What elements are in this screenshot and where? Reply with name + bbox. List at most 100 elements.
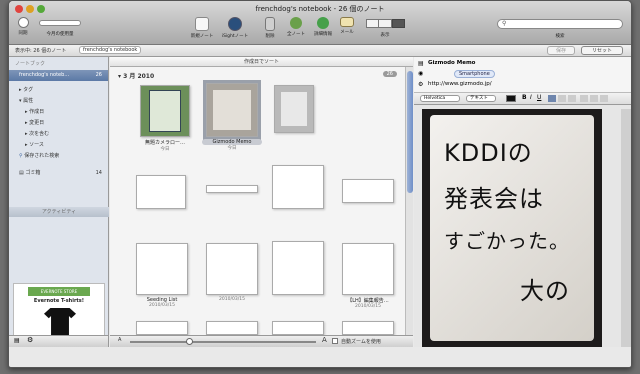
sort-header[interactable]: 作成日でソート [110, 57, 413, 67]
bold-button[interactable]: B [522, 94, 527, 101]
zoom-bar: A A 自動ズームを使用 [110, 335, 413, 347]
gear-icon[interactable]: ⚙ [27, 336, 33, 344]
sidebar-item-saved-searches[interactable]: ⚲ 保存された検索 [9, 151, 108, 162]
zoom-slider[interactable] [130, 338, 316, 345]
sidebar: ノートブック frenchdog's noteb… 26 ▸ タグ ▾ 属性 ▸… [9, 57, 109, 347]
font-select[interactable]: Helvetica [420, 95, 460, 102]
search-area: ⚲ 検索 [497, 17, 623, 39]
view-switcher[interactable]: 表示 [363, 17, 407, 38]
trash-icon [265, 17, 275, 31]
save-search-button[interactable]: 保存 [546, 46, 575, 55]
sidebar-item-modified[interactable]: ▸ 変更日 [9, 118, 108, 129]
italic-button[interactable]: I [530, 94, 532, 101]
note-thumbnail-selected[interactable] [203, 80, 261, 140]
isight-note-button[interactable]: iSightノート [221, 17, 249, 39]
all-notes-button[interactable]: 全ノート [285, 17, 307, 37]
auto-zoom-checkbox[interactable] [332, 338, 338, 344]
note-caption-selected: Gizmodo Memo 今日 [202, 139, 262, 151]
sidebar-footer: ▤ ⚙ [9, 335, 108, 347]
sketch-image [281, 92, 307, 126]
format-toolbar: Helvetica テキスト B I U [414, 93, 631, 105]
note-caption: 2010/03/15 [219, 297, 245, 302]
numbered-list-icon[interactable] [590, 95, 598, 102]
new-note-icon [195, 17, 209, 31]
zoom-in-icon[interactable]: A [322, 336, 327, 344]
zoom-slider-knob[interactable] [186, 338, 193, 345]
mail-button[interactable]: メール [337, 17, 357, 35]
ad-text: Evernote T-shirts! [33, 298, 85, 304]
tag-token[interactable]: Smartphone [454, 70, 495, 78]
note-thumbnail[interactable] [272, 165, 324, 209]
sidebar-item-trash[interactable]: ▤ ゴミ箱 14 [9, 168, 108, 179]
bullet-list-icon[interactable] [580, 95, 588, 102]
search-input[interactable]: ⚲ [497, 19, 623, 29]
note-thumbnail[interactable] [140, 85, 190, 137]
month-group-header: ▾ 3 月 2010 [118, 73, 155, 80]
auto-zoom-label: 自動ズームを使用 [341, 339, 381, 345]
handwritten-memo-image: KDDIの 発表会は すごかった。 大の [430, 115, 594, 341]
notes-scrollbar[interactable] [405, 67, 413, 335]
align-right-icon[interactable] [568, 95, 576, 102]
scrollbar-thumb[interactable] [407, 71, 413, 193]
view-segmented-control [363, 19, 407, 28]
underline-button[interactable]: U [537, 94, 541, 101]
note-thumbnail[interactable] [206, 321, 258, 335]
thumbnail-view-icon[interactable] [391, 19, 405, 28]
sidebar-item-contains[interactable]: ▸ 次を含む [9, 129, 108, 140]
handwriting-line: 発表会は [444, 185, 544, 213]
note-thumbnail[interactable] [342, 243, 394, 295]
note-thumbnail[interactable] [136, 321, 188, 335]
note-url[interactable]: http://www.gizmodo.jp/ [428, 81, 492, 87]
sidebar-item-created[interactable]: ▸ 作成日 [9, 107, 108, 118]
indent-icon[interactable] [600, 95, 608, 102]
note-thumbnail[interactable] [136, 175, 186, 209]
info-icon [317, 17, 329, 29]
add-notebook-icon[interactable]: ▤ [14, 337, 20, 344]
activity-header: アクティビティ [9, 207, 109, 217]
align-left-icon[interactable] [548, 95, 556, 102]
zoom-out-icon[interactable]: A [118, 337, 121, 343]
note-thumbnail[interactable] [136, 243, 188, 295]
evernote-store-ad[interactable]: EVERNOTE STORE Evernote T-shirts! [13, 283, 105, 343]
size-select[interactable]: テキスト [466, 95, 496, 102]
note-header: ▤ Gizmodo Memo Smartphone ◉ ⚙ http://www… [414, 57, 631, 93]
note-title[interactable]: Gizmodo Memo [428, 60, 475, 66]
notes-grid: 作成日でソート ▾ 3 月 2010 26 無題カメラロー… 今日 Gizmodo… [110, 57, 413, 347]
sidebar-item-source[interactable]: ▸ ソース [9, 140, 108, 151]
phone-screenshot-image [149, 90, 181, 132]
new-note-button[interactable]: 新規ノート [189, 17, 215, 39]
tag-icon: ◉ [418, 70, 424, 77]
reset-button[interactable]: リセット [580, 46, 623, 55]
sidebar-item-notebook[interactable]: frenchdog's noteb… 26 [9, 70, 108, 81]
sync-icon [17, 17, 29, 28]
note-thumbnail[interactable] [274, 85, 314, 133]
camera-icon [228, 17, 242, 31]
envelope-icon [340, 17, 354, 27]
delete-button[interactable]: 削除 [261, 17, 279, 39]
note-viewer: ▤ Gizmodo Memo Smartphone ◉ ⚙ http://www… [414, 57, 631, 347]
note-thumbnail[interactable] [272, 241, 324, 295]
card-view-icon[interactable] [378, 19, 392, 28]
note-thumbnail[interactable] [342, 321, 394, 335]
note-photo: KDDIの 発表会は すごかった。 大の [422, 109, 602, 347]
note-thumbnail[interactable] [272, 321, 324, 335]
note-thumbnail[interactable] [342, 179, 394, 203]
note-icon: ▤ [418, 60, 424, 67]
note-thumbnail[interactable] [206, 243, 258, 295]
align-center-icon[interactable] [558, 95, 566, 102]
note-caption: 【LH】編集報告… 2010/03/15 [347, 298, 389, 309]
color-swatch[interactable] [506, 95, 516, 102]
note-scrollbar[interactable] [621, 109, 631, 347]
note-thumbnail[interactable] [206, 185, 258, 193]
list-view-icon[interactable] [365, 19, 379, 28]
note-info-button[interactable]: 詳細情報 [311, 17, 335, 37]
memo-photo-image [213, 90, 251, 130]
usage-bar [39, 20, 81, 26]
sync-button[interactable]: 同期 [13, 17, 33, 36]
sidebar-item-tags[interactable]: ▸ タグ [9, 85, 108, 96]
toolbar: frenchdog's notebook - 26 個のノート 同期 今月の使用… [9, 1, 631, 45]
app-window: frenchdog's notebook - 26 個のノート 同期 今月の使用… [8, 0, 632, 368]
usage-meter: 今月の使用量 [37, 17, 83, 37]
notebook-filter-token[interactable]: frenchdog's notebook [79, 46, 142, 54]
sidebar-item-attributes[interactable]: ▾ 属性 [9, 96, 108, 107]
